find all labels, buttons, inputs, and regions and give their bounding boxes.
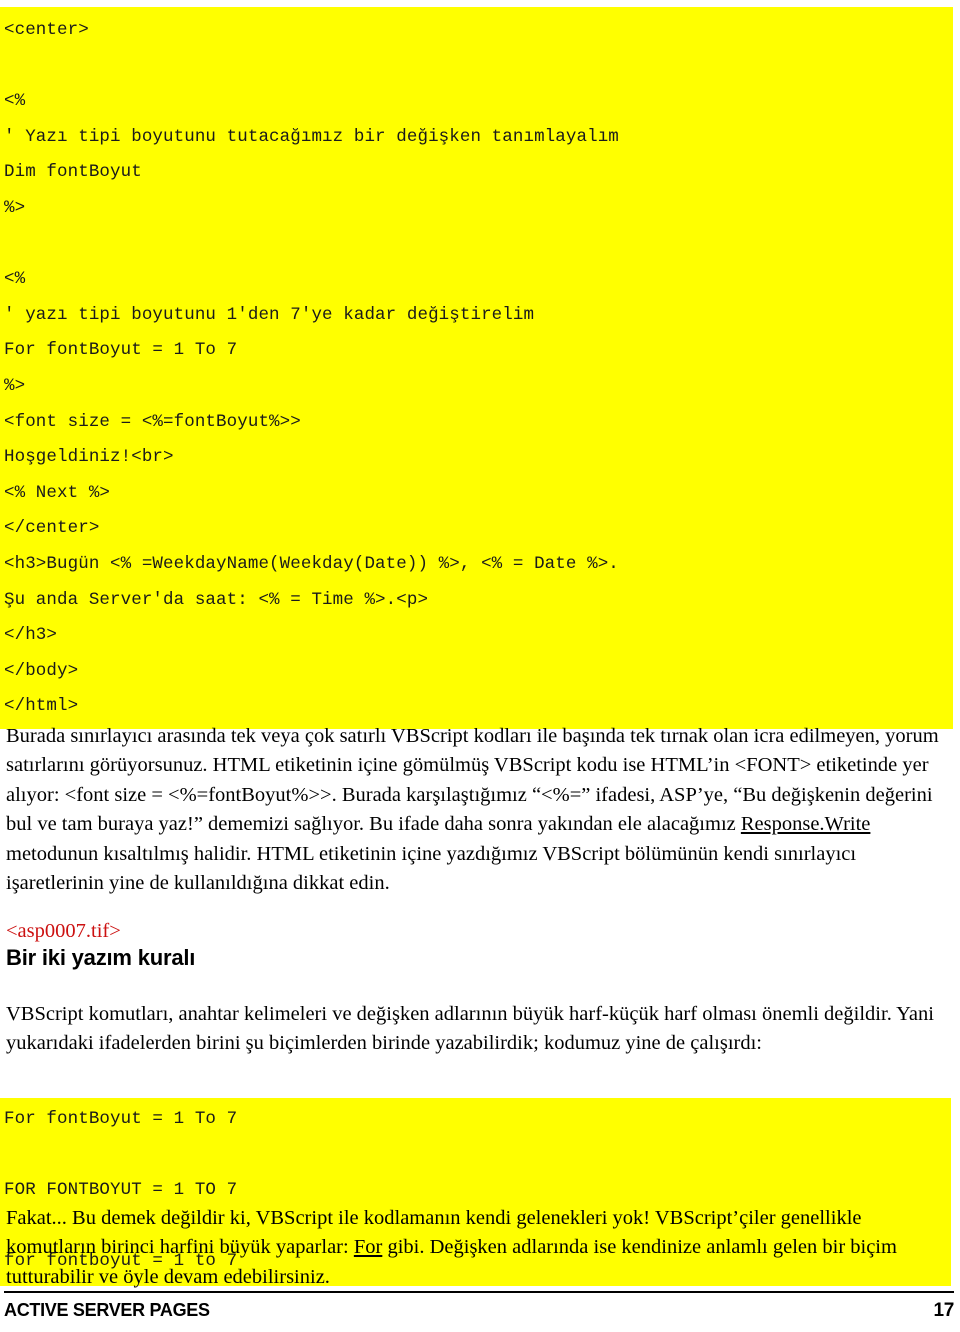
code-line: Şu anda Server'da saat: <% = Time %>.<p> (4, 589, 429, 610)
footer-divider (4, 1291, 954, 1293)
page-footer: ACTIVE SERVER PAGES 17 (4, 1300, 954, 1322)
paragraph-main: Burada sınırlayıcı arasında tek veya çok… (6, 725, 939, 895)
code-line: ' yazı tipi boyutunu 1'den 7'ye kadar de… (4, 304, 535, 325)
paragraph-final: Fakat... Bu demek değildir ki, VBScript … (6, 1207, 897, 1288)
code-line: %> (4, 197, 26, 218)
code-line: <h3>Bugün <% =WeekdayName(Weekday(Date))… (4, 553, 619, 574)
code-line: <% (4, 269, 26, 290)
code-line: </body> (4, 660, 79, 681)
code-line: ' Yazı tipi boyutunu tutacağımız bir değ… (4, 126, 619, 147)
document-page: <center> <% ' Yazı tipi boyutunu tutacağı… (0, 0, 960, 1332)
code-line: Dim fontBoyut (4, 162, 142, 183)
code-line: </center> (4, 518, 100, 539)
code-line: <center> (4, 20, 89, 40)
code-line: <% (4, 91, 26, 112)
code-line: </h3> (4, 625, 58, 646)
code-line: <% Next %> (4, 482, 111, 503)
footer-title: ACTIVE SERVER PAGES (4, 1300, 210, 1320)
code-line: %> (4, 375, 26, 396)
code-line: <font size = <%=fontBoyut%>> (4, 411, 301, 432)
underlined-term: Response.Write (740, 813, 871, 836)
code-block-top: <center> <% ' Yazı tipi boyutunu tutacağı… (0, 7, 953, 729)
section-heading: Bir iki yazım kuralı (6, 945, 196, 970)
footer-page-number: 17 (933, 1300, 954, 1321)
code-line: </html> (4, 696, 79, 717)
code-line: Hoşgeldiniz!<br> (4, 447, 174, 468)
figure-placeholder-marker: <asp0007.tif> (6, 920, 121, 942)
paragraph-rules: VBScript komutları, anahtar kelimeleri v… (6, 1003, 934, 1055)
code-line: For fontBoyut = 1 To 7 (4, 340, 238, 361)
underlined-term: For (353, 1236, 383, 1259)
code-line: For fontBoyut = 1 To 7 (4, 1109, 238, 1129)
